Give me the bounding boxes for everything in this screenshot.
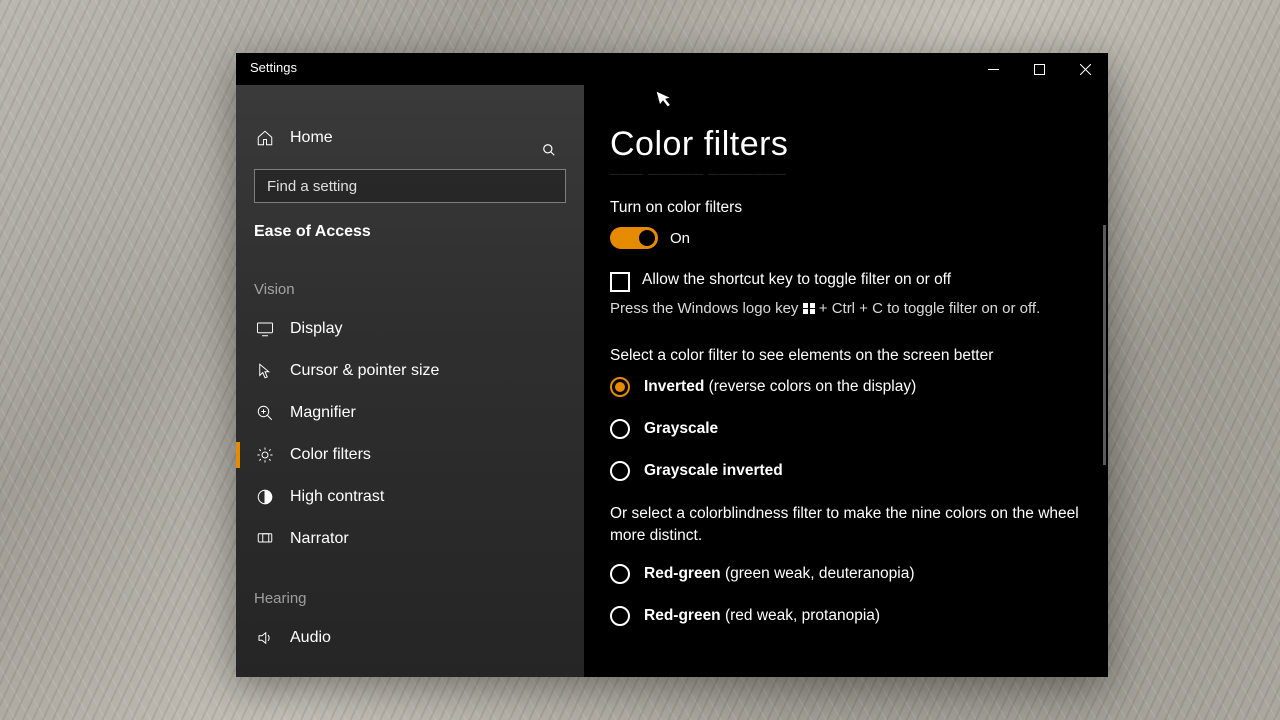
radio-label: Red-green (green weak, deuteranopia) [644, 565, 915, 583]
shortcut-checkbox-label: Allow the shortcut key to toggle filter … [642, 271, 951, 289]
main-panel: Color filters ─── ───── ─────── Turn on … [584, 85, 1108, 677]
toggle-state-label: On [670, 230, 690, 247]
radio-label: Grayscale inverted [644, 462, 783, 480]
shortcut-hint-prefix: Press the Windows logo key [610, 300, 803, 317]
color-filters-toggle[interactable] [610, 227, 658, 249]
search-wrap [254, 169, 566, 203]
toggle-section-label: Turn on color filters [610, 199, 1082, 217]
sidebar-item-label: Color filters [290, 446, 371, 464]
sidebar-group-hearing: Hearing [236, 560, 584, 617]
sidebar-home-label: Home [290, 129, 333, 147]
sidebar-item-magnifier[interactable]: Magnifier [236, 392, 584, 434]
display-icon [256, 320, 274, 338]
toggle-row: On [610, 227, 1082, 249]
radio-label: Grayscale [644, 420, 718, 438]
home-icon [256, 129, 274, 147]
radio-inverted[interactable]: Inverted (reverse colors on the display) [610, 377, 1082, 397]
filter-section-label: Select a color filter to see elements on… [610, 347, 1082, 365]
audio-icon [256, 629, 274, 647]
radio-button[interactable] [610, 461, 630, 481]
minimize-button[interactable] [970, 53, 1016, 85]
radio-button[interactable] [610, 564, 630, 584]
shortcut-hint: Press the Windows logo key + Ctrl + C to… [610, 298, 1082, 319]
search-input[interactable] [254, 169, 566, 203]
radio-grayscale-inverted[interactable]: Grayscale inverted [610, 461, 1082, 481]
sidebar-item-narrator[interactable]: Narrator [236, 518, 584, 560]
shortcut-checkbox-row[interactable]: Allow the shortcut key to toggle filter … [610, 271, 1082, 292]
filter-radio-group: Inverted (reverse colors on the display)… [610, 377, 1082, 481]
page-title: Color filters [610, 125, 1082, 164]
sidebar-item-label: Audio [290, 629, 331, 647]
sidebar-item-label: High contrast [290, 488, 384, 506]
faint-subtitle: ─── ───── ─────── [610, 166, 1082, 183]
windows-logo-icon [803, 303, 815, 314]
cursor-icon [256, 362, 274, 380]
radio-button[interactable] [610, 606, 630, 626]
maximize-button[interactable] [1016, 53, 1062, 85]
radio-button[interactable] [610, 419, 630, 439]
titlebar: Settings [236, 53, 1108, 85]
radio-label: Inverted (reverse colors on the display) [644, 378, 916, 396]
sidebar-item-color-filters[interactable]: Color filters [236, 434, 584, 476]
radio-button[interactable] [610, 377, 630, 397]
sidebar-group-vision: Vision [236, 251, 584, 308]
close-button[interactable] [1062, 53, 1108, 85]
radio-grayscale[interactable]: Grayscale [610, 419, 1082, 439]
settings-window: Settings Home Ease of Access [236, 53, 1108, 677]
radio-protanopia[interactable]: Red-green (red weak, protanopia) [610, 606, 1082, 626]
sidebar-item-label: Magnifier [290, 404, 356, 422]
sidebar-item-audio[interactable]: Audio [236, 617, 584, 647]
radio-label: Red-green (red weak, protanopia) [644, 607, 880, 625]
sidebar: Home Ease of Access Vision Display Curso… [236, 85, 584, 677]
scrollbar[interactable] [1103, 225, 1106, 465]
sidebar-item-high-contrast[interactable]: High contrast [236, 476, 584, 518]
sidebar-home[interactable]: Home [236, 117, 584, 159]
sidebar-item-cursor[interactable]: Cursor & pointer size [236, 350, 584, 392]
colorblind-intro: Or select a colorblindness filter to mak… [610, 503, 1082, 546]
narrator-icon [256, 530, 274, 548]
window-body: Home Ease of Access Vision Display Curso… [236, 85, 1108, 677]
shortcut-hint-suffix: + Ctrl + C to toggle filter on or off. [815, 300, 1041, 317]
sidebar-item-label: Display [290, 320, 342, 338]
sidebar-item-label: Narrator [290, 530, 349, 548]
sidebar-category: Ease of Access [236, 217, 584, 251]
radio-deuteranopia[interactable]: Red-green (green weak, deuteranopia) [610, 564, 1082, 584]
magnifier-icon [256, 404, 274, 422]
sidebar-item-display[interactable]: Display [236, 308, 584, 350]
sidebar-item-label: Cursor & pointer size [290, 362, 439, 380]
contrast-icon [256, 488, 274, 506]
window-title: Settings [250, 60, 297, 75]
shortcut-checkbox[interactable] [610, 272, 630, 292]
brightness-icon [256, 446, 274, 464]
